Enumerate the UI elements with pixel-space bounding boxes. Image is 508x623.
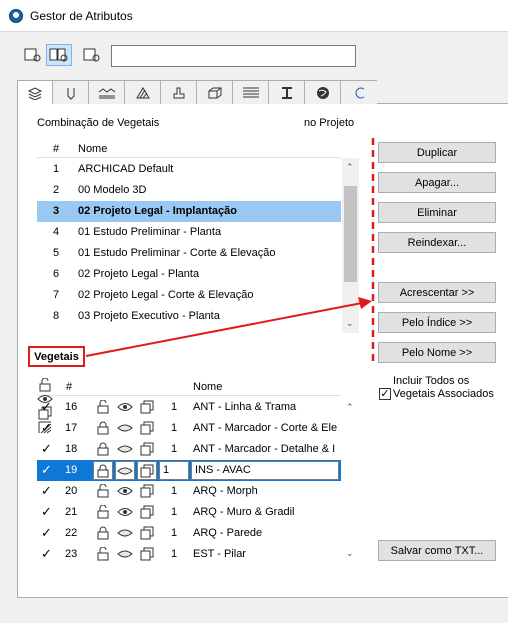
visibility-check-icon[interactable]: ✓: [41, 483, 52, 499]
row-num: 19: [65, 464, 78, 476]
layer-name: ANT - Marcador - Corte & Ele: [193, 422, 338, 434]
lock-icon[interactable]: [93, 421, 113, 435]
intersection-group: 1: [171, 485, 178, 497]
row-num: 21: [65, 506, 78, 518]
vegetal-row[interactable]: ✓ 23 1 EST - Pilar: [37, 544, 341, 565]
layer-name: ARQ - Muro & Gradil: [193, 506, 295, 518]
vegetal-row[interactable]: ✓ 20 1 ARQ - Morph: [37, 481, 341, 502]
wireframe-icon[interactable]: [137, 505, 157, 519]
wireframe-icon[interactable]: [137, 526, 157, 540]
include-label-line2: Vegetais Associados: [393, 388, 494, 400]
layer-name: ARQ - Morph: [193, 485, 258, 497]
layer-name: EST - Pilar: [193, 548, 246, 560]
row-num: 16: [65, 401, 78, 413]
lock-column-icon[interactable]: [37, 378, 53, 392]
column-header-name[interactable]: Nome: [193, 381, 222, 393]
eye-closed-icon[interactable]: [115, 526, 135, 540]
eye-closed-icon[interactable]: [115, 547, 135, 561]
layer-name: ANT - Marcador - Detalhe & I: [193, 443, 336, 455]
eye-closed-icon[interactable]: [115, 421, 135, 435]
eye-closed-icon[interactable]: [115, 442, 135, 456]
vegetais-list: # Nome ✓ 16 1 ANT - Linha & Trama ✓ 17 1 ANT - …: [37, 378, 359, 568]
layer-name: ANT - Linha & Trama: [193, 401, 297, 413]
scroll-up-icon[interactable]: ⌃: [346, 402, 354, 413]
eye-open-icon[interactable]: [115, 484, 135, 498]
row-num: 18: [65, 443, 78, 455]
wireframe-icon[interactable]: [137, 400, 157, 414]
layer-name-field[interactable]: INS - AVAC: [191, 461, 339, 480]
row-num: 23: [65, 548, 78, 560]
unlock-icon[interactable]: [93, 547, 113, 561]
visibility-check-icon[interactable]: ✓: [41, 399, 52, 415]
intersection-group: 1: [171, 422, 178, 434]
wireframe-icon[interactable]: [137, 421, 157, 435]
visibility-check-icon[interactable]: ✓: [41, 441, 52, 457]
scroll-down-icon[interactable]: ⌄: [346, 548, 354, 559]
visibility-check-icon[interactable]: ✓: [41, 420, 52, 436]
row-num: 17: [65, 422, 78, 434]
visibility-check-icon[interactable]: ✓: [41, 504, 52, 520]
wireframe-icon[interactable]: [137, 547, 157, 561]
visibility-check-icon[interactable]: ✓: [41, 462, 52, 478]
wireframe-icon[interactable]: [137, 442, 157, 456]
vegetal-row[interactable]: ✓ 16 1 ANT - Linha & Trama: [37, 397, 341, 418]
row-num: 20: [65, 485, 78, 497]
vegetal-row-selected[interactable]: ✓ 19 1 INS - AVAC: [37, 460, 341, 481]
visibility-check-icon[interactable]: ✓: [41, 525, 52, 541]
lock-icon[interactable]: [93, 442, 113, 456]
unlock-icon[interactable]: [93, 484, 113, 498]
vegetais-list-scrollbar[interactable]: ⌃ ⌄: [342, 396, 359, 568]
vegetal-row[interactable]: ✓ 18 1 ANT - Marcador - Detalhe & I: [37, 439, 341, 460]
unlock-icon[interactable]: [93, 400, 113, 414]
column-header-num[interactable]: #: [66, 381, 72, 393]
annotation-arrowhead: [358, 297, 372, 309]
lock-icon[interactable]: [93, 526, 113, 540]
wireframe-icon[interactable]: [137, 484, 157, 498]
wireframe-icon[interactable]: [137, 461, 157, 480]
vegetal-row[interactable]: ✓ 22 1 ARQ - Parede: [37, 523, 341, 544]
row-num: 22: [65, 527, 78, 539]
include-associated-checkbox[interactable]: ✓: [379, 388, 391, 400]
vegetal-row[interactable]: ✓ 21 1 ARQ - Muro & Gradil: [37, 502, 341, 523]
intersection-group: 1: [171, 443, 178, 455]
visibility-check-icon[interactable]: ✓: [41, 546, 52, 562]
eye-open-icon[interactable]: [115, 400, 135, 414]
eye-closed-icon[interactable]: [115, 461, 135, 480]
vegetais-list-header: # Nome: [37, 378, 341, 434]
eye-open-icon[interactable]: [115, 505, 135, 519]
layer-name: ARQ - Parede: [193, 527, 263, 539]
lock-icon[interactable]: [93, 461, 113, 480]
intersection-group: 1: [171, 548, 178, 560]
intersection-group: 1: [171, 506, 178, 518]
annotation-arrow-line: [85, 302, 363, 357]
include-label-line1: Incluir Todos os: [393, 375, 470, 387]
intersection-group-field[interactable]: 1: [159, 461, 189, 480]
intersection-group: 1: [171, 401, 178, 413]
unlock-icon[interactable]: [93, 505, 113, 519]
vegetais-label: Vegetais: [28, 346, 85, 367]
vegetal-row[interactable]: ✓ 17 1 ANT - Marcador - Corte & Ele: [37, 418, 341, 439]
intersection-group: 1: [171, 527, 178, 539]
